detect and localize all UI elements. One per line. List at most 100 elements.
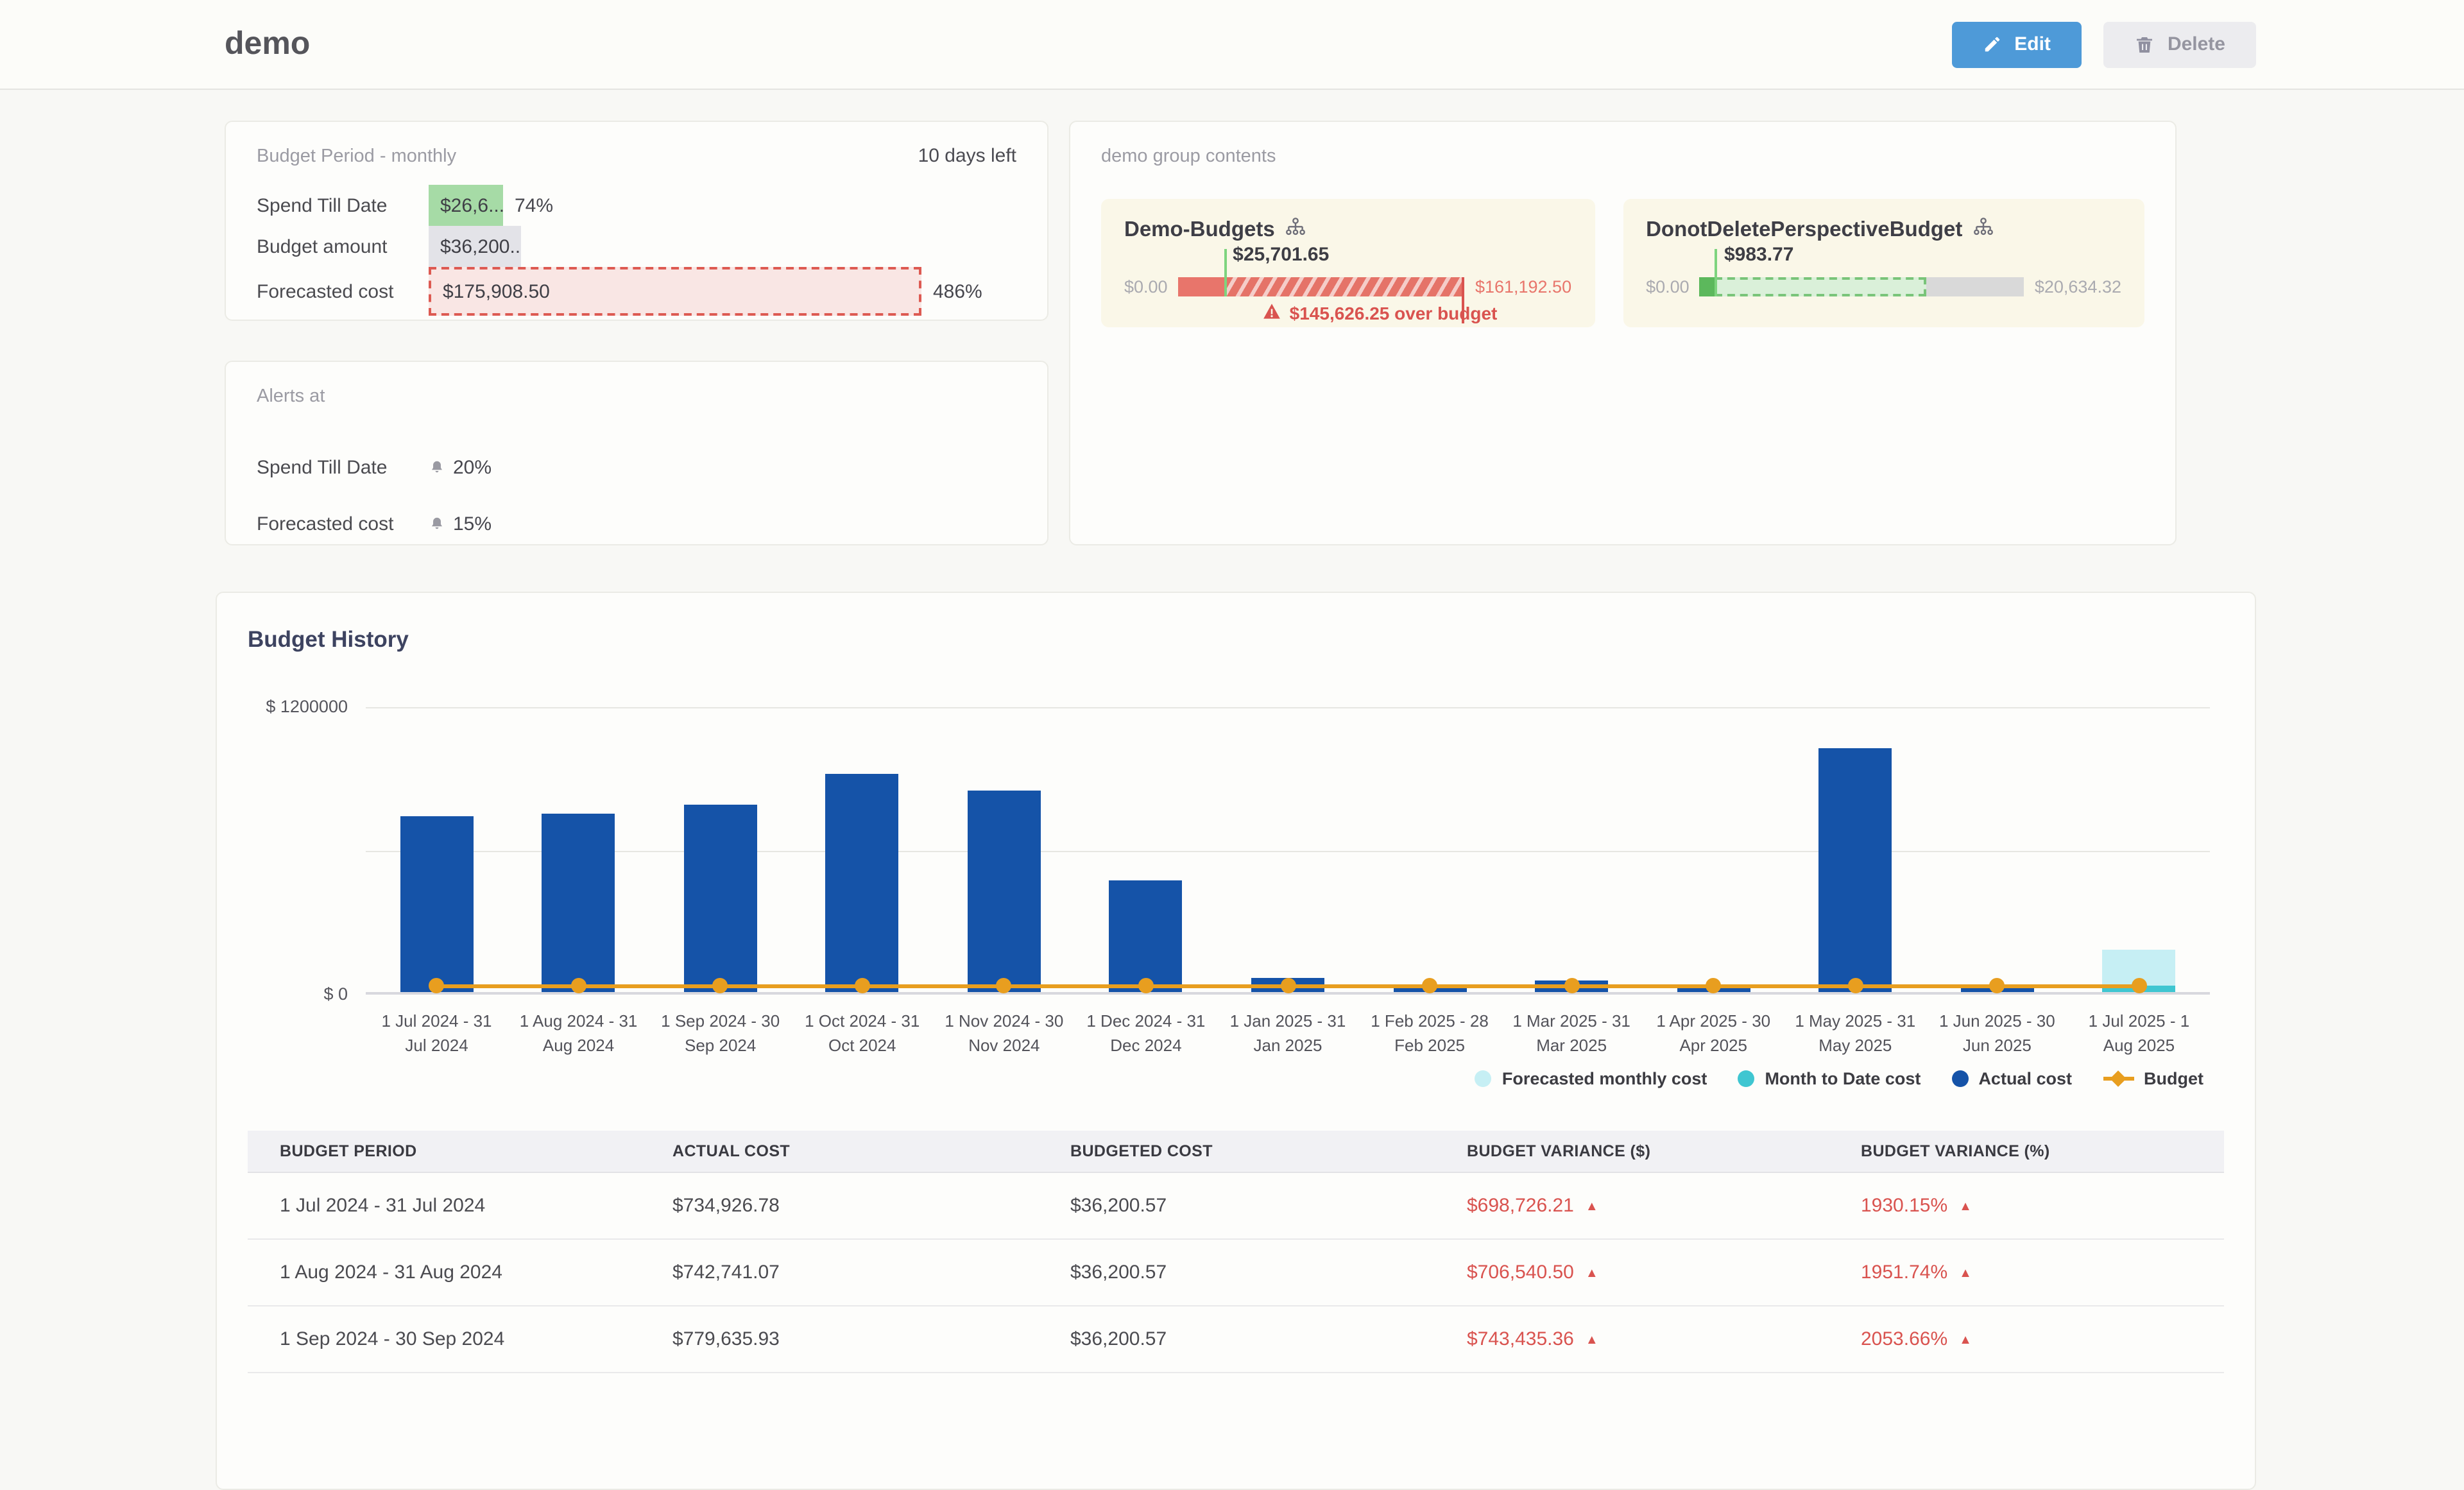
cell-actual: $734,926.78 [640,1172,1038,1239]
x-axis-label: 1 Jan 2025 - 31 Jan 2025 [1221,1010,1355,1058]
budget-marker [2131,978,2146,993]
warning-triangle-icon [1263,303,1281,323]
bell-icon [429,515,445,532]
gauge-dndpb: $0.00 $983.77 $20,634.32 [1646,277,2121,296]
col-budget-period: BUDGET PERIOD [248,1131,640,1172]
budget-marker [571,978,586,993]
cell-variance-usd: $743,435.36▲ [1435,1306,1829,1373]
cell-budgeted: $36,200.57 [1038,1172,1435,1239]
gauge-overbudget-segment [1224,277,1465,296]
y-axis-min-label: $ 0 [248,984,348,1004]
page: demo Edit Delete Budget Period - monthly… [0,0,2464,1386]
legend-item-forecasted-monthly-cost[interactable]: Forecasted monthly cost [1475,1069,1707,1088]
forecasted-cost-row: Forecasted cost $175,908.50 486% [257,267,1016,316]
budget-item-demo-budgets[interactable]: Demo-Budgets $0.00 $25,701.65 $161,192.5… [1101,199,1595,327]
trash-icon [2134,34,2155,55]
alert-rows: Spend Till Date 20% Forecasted cost 15% [257,439,1016,552]
gauge-max-label: $161,192.50 [1475,277,1571,296]
gauge-actual-segment [1700,277,1715,296]
budget-amount-label: Budget amount [257,235,429,257]
table-header: BUDGET PERIOD ACTUAL COST BUDGETED COST … [248,1131,2224,1172]
cell-variance-usd: $706,540.50▲ [1435,1239,1829,1306]
table-row: 1 Sep 2024 - 30 Sep 2024 $779,635.93 $36… [248,1306,2224,1373]
header-bar: demo Edit Delete [0,0,2464,90]
gauge-min-label: $0.00 [1124,277,1168,296]
actual-cost-bar [400,816,474,992]
x-axis-label: 1 Jul 2024 - 31 Jul 2024 [370,1010,504,1058]
x-axis-label: 1 Mar 2025 - 31 Mar 2025 [1505,1010,1638,1058]
over-budget-warning: $145,626.25 over budget [1124,303,1571,323]
forecasted-cost-chip: $175,908.50 [429,267,921,316]
alert-forecast-label: Forecasted cost [257,513,429,535]
forecasted-cost-label: Forecasted cost [257,280,429,302]
legend-item-month-to-date-cost[interactable]: Month to Date cost [1738,1069,1921,1088]
legend-dot [1951,1070,1968,1087]
table-row: 1 Jul 2024 - 31 Jul 2024 $734,926.78 $36… [248,1172,2224,1239]
budget-item-name-row: Demo-Budgets [1124,217,1571,244]
group-contents-title: demo group contents [1101,146,1276,167]
x-axis-label: 1 Oct 2024 - 31 Oct 2024 [796,1010,929,1058]
budget-item-name-row: DonotDeletePerspectiveBudget [1646,217,2121,244]
col-budget-variance-pct: BUDGET VARIANCE (%) [1829,1131,2224,1172]
legend-item-budget[interactable]: Budget [2103,1069,2203,1088]
pencil-icon [1982,35,2001,54]
x-axis-label: 1 Feb 2025 - 28 Feb 2025 [1363,1010,1496,1058]
legend-label: Budget [2144,1069,2203,1088]
gauge-max-label: $20,634.32 [2035,277,2121,296]
budget-period-rows: Spend Till Date $26,6... 74% Budget amou… [257,185,1016,316]
edit-button[interactable]: Edit [1951,21,2082,67]
chart-plot-area [366,707,2210,995]
gridline-1200000 [366,707,2210,708]
hierarchy-icon [1972,217,1994,244]
cell-actual: $742,741.07 [640,1239,1038,1306]
forecasted-cost-percent: 486% [933,280,982,302]
spend-till-date-chip: $26,6... [429,185,503,226]
gauge-marker-line [1224,249,1226,296]
x-axis-label: 1 Dec 2024 - 31 Dec 2024 [1079,1010,1213,1058]
x-axis-label: 1 Aug 2024 - 31 Aug 2024 [512,1010,646,1058]
edit-button-label: Edit [2014,33,2051,55]
alert-row-spend: Spend Till Date 20% [257,439,1016,495]
cell-budgeted: $36,200.57 [1038,1239,1435,1306]
page-title: demo [225,26,1951,63]
budget-amount-chip: $36,200.... [429,226,521,267]
budget-period-card: Budget Period - monthly 10 days left Spe… [225,121,1048,321]
content: Budget Period - monthly 10 days left Spe… [0,90,2464,1386]
gridline-600000 [366,851,2210,852]
budget-item-name: DonotDeletePerspectiveBudget [1646,218,1962,243]
gauge-min-label: $0.00 [1646,277,1690,296]
delete-button[interactable]: Delete [2103,21,2256,67]
group-contents-card: demo group contents Demo-Budgets $0.00 $… [1069,121,2177,545]
x-axis-label: 1 Jun 2025 - 30 Jun 2025 [1930,1010,2064,1058]
actual-cost-bar [1109,880,1183,992]
cell-actual: $779,635.93 [640,1306,1038,1373]
budget-history-title: Budget History [248,626,2224,653]
y-axis-max-label: $ 1200000 [248,697,348,716]
budget-item-donotdeleteperspectivebudget[interactable]: DonotDeletePerspectiveBudget $0.00 $983.… [1623,199,2144,327]
gauge-bar: $983.77 [1700,277,2024,296]
cell-period: 1 Jul 2024 - 31 Jul 2024 [248,1172,640,1239]
col-actual-cost: ACTUAL COST [640,1131,1038,1172]
budget-period-title: Budget Period - monthly [257,146,456,167]
col-budget-variance-usd: BUDGET VARIANCE ($) [1435,1131,1829,1172]
budget-period-card-header: Budget Period - monthly 10 days left [257,145,1016,167]
actual-cost-bar [542,814,615,992]
alert-row-forecast: Forecasted cost 15% [257,495,1016,552]
gauge-max-line [1462,277,1465,323]
spend-till-date-label: Spend Till Date [257,194,429,216]
legend-item-actual-cost[interactable]: Actual cost [1951,1069,2072,1088]
actual-cost-bar [968,791,1041,992]
budget-item-name: Demo-Budgets [1124,218,1275,243]
bell-icon [429,459,445,475]
delete-button-label: Delete [2168,33,2225,55]
x-axis-label: 1 Jul 2025 - 1 Aug 2025 [2072,1010,2205,1058]
cell-variance-pct: 1951.74%▲ [1829,1239,2224,1306]
gauge-actual-segment [1178,277,1224,296]
col-budgeted-cost: BUDGETED COST [1038,1131,1435,1172]
cell-variance-pct: 1930.15%▲ [1829,1172,2224,1239]
legend-dot [1475,1070,1492,1087]
chart-legend: Forecasted monthly cost Month to Date cos… [1475,1069,2203,1088]
table-row: 1 Aug 2024 - 31 Aug 2024 $742,741.07 $36… [248,1239,2224,1306]
cell-period: 1 Sep 2024 - 30 Sep 2024 [248,1306,640,1373]
actual-cost-bar [1818,748,1892,992]
